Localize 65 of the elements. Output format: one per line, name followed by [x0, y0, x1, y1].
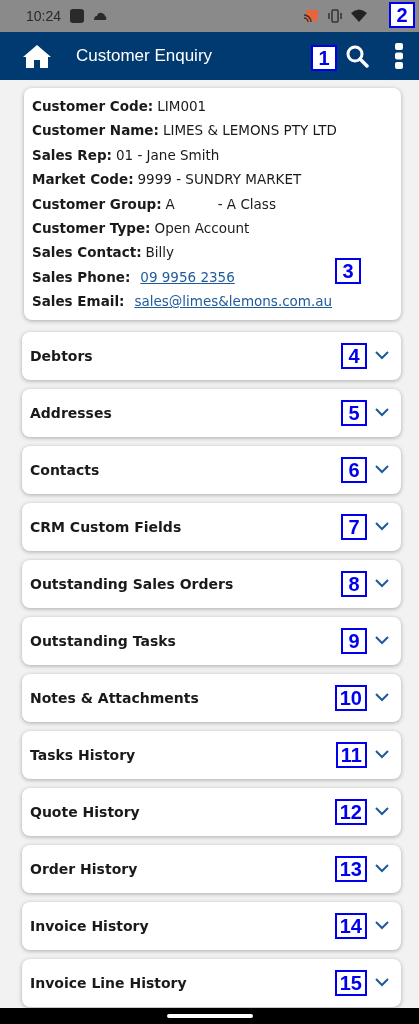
contact-link[interactable]: sales@limes&lemons.com.au — [134, 289, 333, 314]
chevron-icon — [375, 807, 389, 817]
field-label: Customer Type: — [32, 219, 151, 239]
accordion-header[interactable]: Invoice History 14 — [22, 901, 401, 950]
chevron-icon — [375, 921, 389, 931]
number-label: 11 — [335, 741, 367, 768]
home-handle[interactable] — [166, 1014, 253, 1018]
wifi-icon — [351, 9, 367, 23]
number-label: 8 — [341, 570, 367, 597]
field-value: A - A Class — [165, 194, 276, 214]
chevron-icon — [375, 351, 389, 361]
field-label: Sales Phone: — [32, 267, 131, 287]
accordion-header[interactable]: Contacts 6 — [22, 445, 401, 494]
contact-link[interactable]: 09 9956 2356 — [140, 264, 235, 290]
chevron-icon — [375, 579, 389, 589]
field-label: Sales Email: — [32, 292, 125, 312]
field-label: Customer Group: — [32, 194, 162, 214]
accordion-header[interactable]: Order History 13 — [22, 844, 401, 893]
screen-title: Customer Enquiry — [76, 46, 213, 66]
accordion-header[interactable]: Quote History 12 — [22, 787, 401, 836]
field-value: LIMES & LEMONS PTY LTD — [162, 121, 337, 141]
number-label: 14 — [334, 912, 367, 939]
field-value: 01 - Jane Smith — [115, 145, 220, 165]
number-label: 6 — [341, 456, 367, 483]
field-value: LIM001 — [157, 97, 207, 116]
field-label: Customer Code: — [32, 97, 154, 116]
number-label: 1 — [311, 45, 337, 71]
accordion-header[interactable]: Debtors 4 — [22, 331, 401, 380]
field-label: Sales Rep: — [32, 145, 112, 165]
accordion-header[interactable]: Outstanding Tasks 9 — [22, 616, 401, 665]
accordion-header[interactable]: Outstanding Sales Orders 8 — [22, 559, 401, 608]
app-icon — [69, 8, 86, 24]
number-label: 7 — [341, 513, 367, 540]
number-label: 15 — [334, 969, 367, 996]
chevron-icon — [375, 408, 389, 418]
chevron-icon — [375, 693, 389, 703]
cast-icon — [303, 9, 319, 23]
vibrate-icon — [327, 9, 343, 23]
number-label: 13 — [334, 855, 367, 882]
field-value: Open Account — [154, 219, 250, 239]
cloud-icon — [93, 11, 108, 21]
accordion-header[interactable]: Invoice Line History 15 — [22, 958, 401, 1007]
number-label: 2 — [389, 2, 415, 28]
field-label: Market Code: — [32, 170, 134, 190]
number-label: 3 — [335, 257, 361, 284]
number-label: 4 — [341, 342, 367, 369]
number-label: 10 — [334, 684, 367, 711]
field-label: Customer Name: — [32, 121, 159, 141]
clock: 10:24 — [26, 8, 62, 24]
chevron-icon — [375, 522, 389, 532]
chevron-icon — [375, 636, 389, 646]
number-label: 9 — [341, 627, 367, 654]
number-label: 5 — [341, 399, 367, 426]
field-label: Sales Contact: — [32, 243, 142, 263]
chevron-icon — [375, 750, 389, 760]
accordion-header[interactable]: Addresses 5 — [22, 388, 401, 437]
chevron-icon — [375, 978, 389, 988]
field-value: 9999 - SUNDRY MARKET — [137, 170, 302, 190]
chevron-icon — [375, 465, 389, 475]
chevron-icon — [375, 864, 389, 874]
accordion-header[interactable]: Notes & Attachments 10 — [22, 673, 401, 722]
accordion-header[interactable]: CRM Custom Fields 7 — [22, 502, 401, 551]
field-value: Billy — [145, 243, 175, 263]
accordion-header[interactable]: Tasks History 11 — [22, 730, 401, 779]
number-label: 12 — [334, 798, 367, 825]
